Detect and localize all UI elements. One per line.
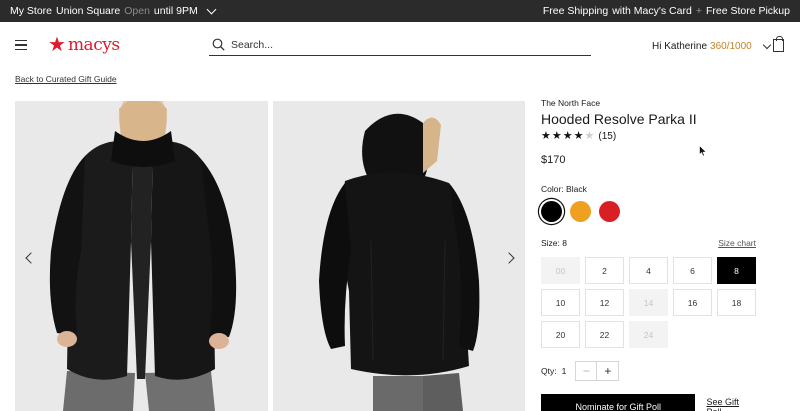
size-option[interactable]: 18: [717, 289, 756, 316]
store-status: Open: [124, 5, 150, 17]
size-option[interactable]: 6: [673, 257, 712, 284]
promo-separator: +: [695, 5, 702, 17]
greeting: Hi Katherine: [652, 41, 708, 52]
product-brand[interactable]: The North Face: [541, 98, 756, 108]
announcement-bar: My Store Union Square Open until 9PM Fre…: [0, 0, 800, 22]
size-option[interactable]: 2: [585, 257, 624, 284]
search-icon[interactable]: [212, 38, 225, 51]
color-swatches: [541, 201, 756, 222]
shopping-bag-icon[interactable]: [773, 36, 784, 52]
size-option[interactable]: 4: [629, 257, 668, 284]
star-icon: ★: [573, 130, 584, 142]
shipping-suffix-text: with Macy's Card: [612, 5, 692, 17]
size-option: 00: [541, 257, 580, 284]
site-header: ★ macys Hi Katherine 360/1000: [0, 22, 800, 70]
size-option[interactable]: 12: [585, 289, 624, 316]
star-icon: ★: [584, 130, 595, 142]
chevron-down-icon[interactable]: [206, 4, 217, 15]
rating-stars: ★ ★ ★ ★ ★: [541, 131, 594, 142]
color-swatch[interactable]: [570, 201, 591, 222]
star-logo-icon: ★: [48, 34, 66, 56]
product-image-gallery: [15, 101, 525, 411]
star-rewards-points: 360/1000: [710, 41, 752, 52]
review-count: (15): [598, 131, 617, 142]
product-image-back[interactable]: [273, 101, 525, 411]
star-icon: ★: [541, 130, 551, 142]
hamburger-menu-icon[interactable]: [15, 40, 27, 51]
color-swatch[interactable]: [541, 201, 562, 222]
quantity-stepper[interactable]: − +: [575, 361, 620, 381]
back-to-gift-guide-link[interactable]: Back to Curated Gift Guide: [15, 74, 117, 84]
store-selector[interactable]: My Store Union Square Open until 9PM: [10, 4, 217, 17]
color-swatch[interactable]: [599, 201, 620, 222]
see-gift-poll-link[interactable]: See Gift Poll: [706, 397, 756, 411]
color-label: Color: Black: [541, 184, 587, 194]
macys-logo[interactable]: ★ macys: [48, 35, 120, 55]
product-image-front[interactable]: [15, 101, 268, 411]
qty-label: Qty:: [541, 366, 557, 376]
store-hours: until 9PM: [153, 5, 198, 17]
nominate-gift-poll-button[interactable]: Nominate for Gift Poll: [541, 394, 696, 411]
quantity-row: Qty: 1 − +: [541, 361, 756, 381]
store-prefix: My Store: [10, 5, 53, 17]
store-name: Union Square: [56, 5, 121, 17]
star-icon: ★: [562, 130, 573, 142]
qty-value: 1: [561, 366, 567, 376]
shipping-promo[interactable]: Free Shipping with Macy's Card + Free St…: [543, 5, 790, 17]
size-option[interactable]: 20: [541, 321, 580, 348]
size-option[interactable]: 16: [673, 289, 712, 316]
search-bar[interactable]: [209, 34, 591, 56]
size-option[interactable]: 8: [717, 257, 756, 284]
size-option: 14: [629, 289, 668, 316]
chevron-down-icon[interactable]: [762, 40, 771, 50]
size-grid: 00 2 4 6 8 10 12 14 16 18 20 22 24: [541, 257, 756, 348]
size-option[interactable]: 10: [541, 289, 580, 316]
star-icon: ★: [551, 130, 562, 142]
free-shipping-text: Free Shipping: [542, 5, 609, 17]
qty-plus-button[interactable]: +: [597, 362, 618, 380]
account-menu[interactable]: Hi Katherine 360/1000: [652, 40, 771, 52]
mouse-cursor-icon: [699, 145, 707, 157]
logo-wordmark: macys: [67, 35, 120, 55]
product-price: $170: [541, 154, 566, 166]
product-rating[interactable]: ★ ★ ★ ★ ★ (15): [541, 131, 756, 143]
size-option[interactable]: 22: [585, 321, 624, 348]
size-label: Size: 8: [541, 238, 567, 248]
cta-row: Nominate for Gift Poll See Gift Poll: [541, 394, 756, 411]
size-chart-link[interactable]: Size chart: [718, 238, 756, 248]
size-option: 24: [629, 321, 668, 348]
size-header: Size: 8 Size chart: [541, 238, 756, 248]
product-title: Hooded Resolve Parka II: [541, 111, 697, 127]
product-details: The North Face Hooded Resolve Parka II ★…: [541, 98, 756, 411]
qty-minus-button[interactable]: −: [576, 362, 598, 380]
store-pickup-text: Free Store Pickup: [705, 5, 790, 17]
search-input[interactable]: [231, 38, 551, 51]
